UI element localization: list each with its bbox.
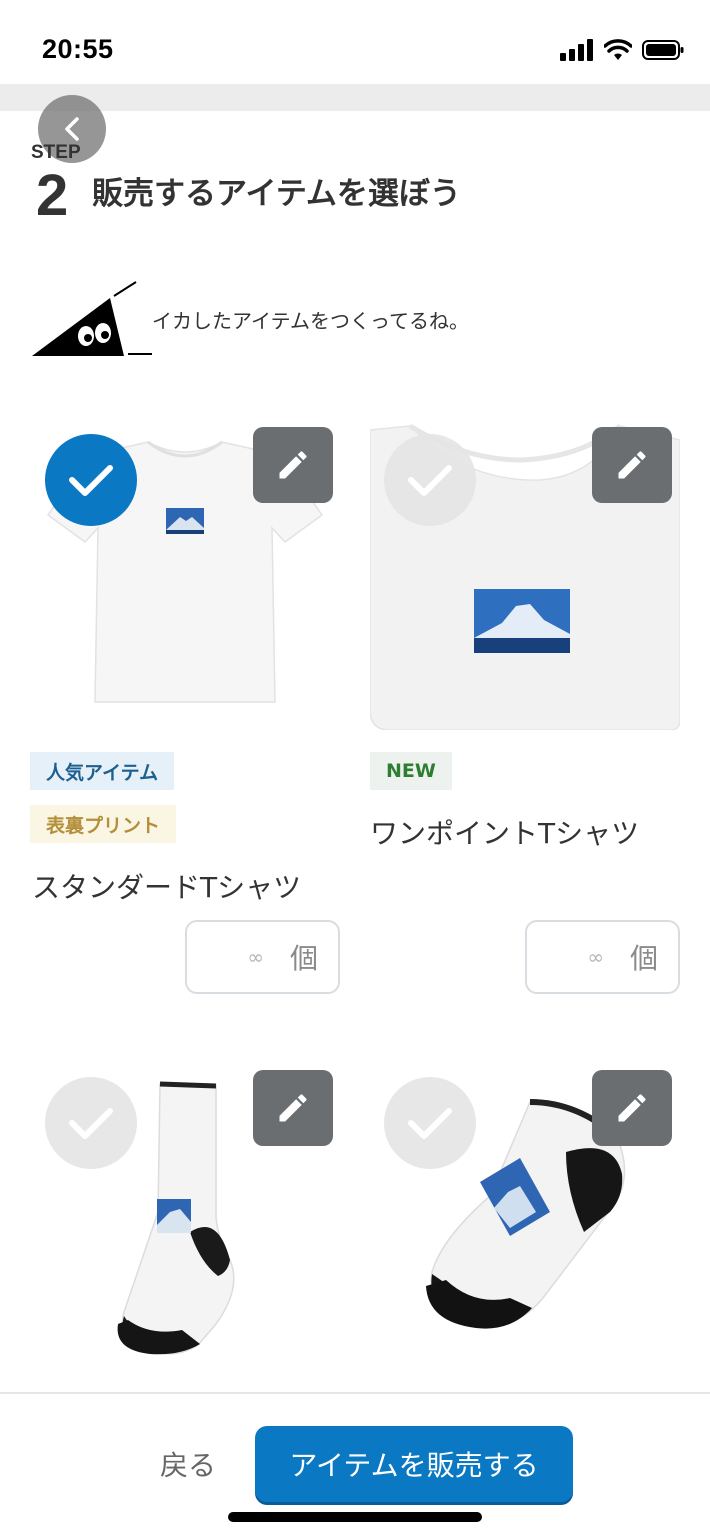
edit-button[interactable] bbox=[592, 427, 672, 503]
product-card-standard-tshirt[interactable]: 人気アイテム 表裏プリント スタンダードTシャツ ∞ 個 bbox=[30, 420, 340, 1000]
home-indicator bbox=[228, 1512, 482, 1522]
mascot-message: イカしたアイテムをつくってるね。 bbox=[152, 309, 469, 333]
sell-items-button[interactable]: アイテムを販売する bbox=[255, 1426, 573, 1502]
status-time: 20:55 bbox=[42, 34, 114, 64]
header-band bbox=[0, 84, 710, 111]
edit-button[interactable] bbox=[253, 427, 333, 503]
status-icons bbox=[560, 38, 684, 62]
product-name: スタンダードTシャツ bbox=[32, 871, 302, 904]
quantity-unit: 個 bbox=[289, 942, 318, 975]
tag-popular: 人気アイテム bbox=[30, 752, 175, 790]
tag-new: NEW bbox=[370, 752, 452, 790]
select-checkbox[interactable] bbox=[384, 434, 476, 526]
chevron-left-icon bbox=[65, 117, 79, 141]
edit-button[interactable] bbox=[253, 1070, 333, 1146]
pencil-icon bbox=[618, 1094, 646, 1122]
step-label: STEP bbox=[31, 142, 81, 163]
quantity-input[interactable]: ∞ 個 bbox=[525, 920, 680, 994]
status-bar: 20:55 bbox=[0, 0, 710, 84]
select-checkbox[interactable] bbox=[384, 1077, 476, 1169]
product-name: ワンポイントTシャツ bbox=[370, 817, 640, 850]
page-title: 販売するアイテムを選ぼう bbox=[92, 176, 461, 212]
select-checkbox[interactable] bbox=[45, 434, 137, 526]
signal-icon bbox=[560, 39, 593, 61]
check-icon bbox=[408, 1108, 452, 1139]
footer-bar: 戻る アイテムを販売する bbox=[0, 1392, 710, 1536]
pencil-icon bbox=[618, 451, 646, 479]
product-card-onepoint-tshirt[interactable]: NEW ワンポイントTシャツ ∞ 個 bbox=[370, 420, 680, 1000]
quantity-value: ∞ bbox=[587, 945, 604, 969]
check-icon bbox=[408, 465, 452, 496]
mascot-illustration bbox=[32, 281, 152, 356]
check-icon bbox=[69, 465, 113, 496]
step-number: 2 bbox=[36, 163, 69, 228]
product-card-socks[interactable] bbox=[30, 1062, 340, 1372]
select-checkbox[interactable] bbox=[45, 1077, 137, 1169]
wifi-icon bbox=[604, 39, 632, 60]
back-link[interactable]: 戻る bbox=[160, 1444, 216, 1484]
battery-icon bbox=[642, 40, 684, 60]
quantity-value: ∞ bbox=[247, 945, 264, 969]
pencil-icon bbox=[279, 1094, 307, 1122]
product-card-ankle-socks[interactable] bbox=[370, 1062, 680, 1372]
pencil-icon bbox=[279, 451, 307, 479]
edit-button[interactable] bbox=[592, 1070, 672, 1146]
check-icon bbox=[69, 1108, 113, 1139]
quantity-input[interactable]: ∞ 個 bbox=[185, 920, 340, 994]
quantity-unit: 個 bbox=[629, 942, 658, 975]
tag-double-print: 表裏プリント bbox=[30, 805, 177, 843]
